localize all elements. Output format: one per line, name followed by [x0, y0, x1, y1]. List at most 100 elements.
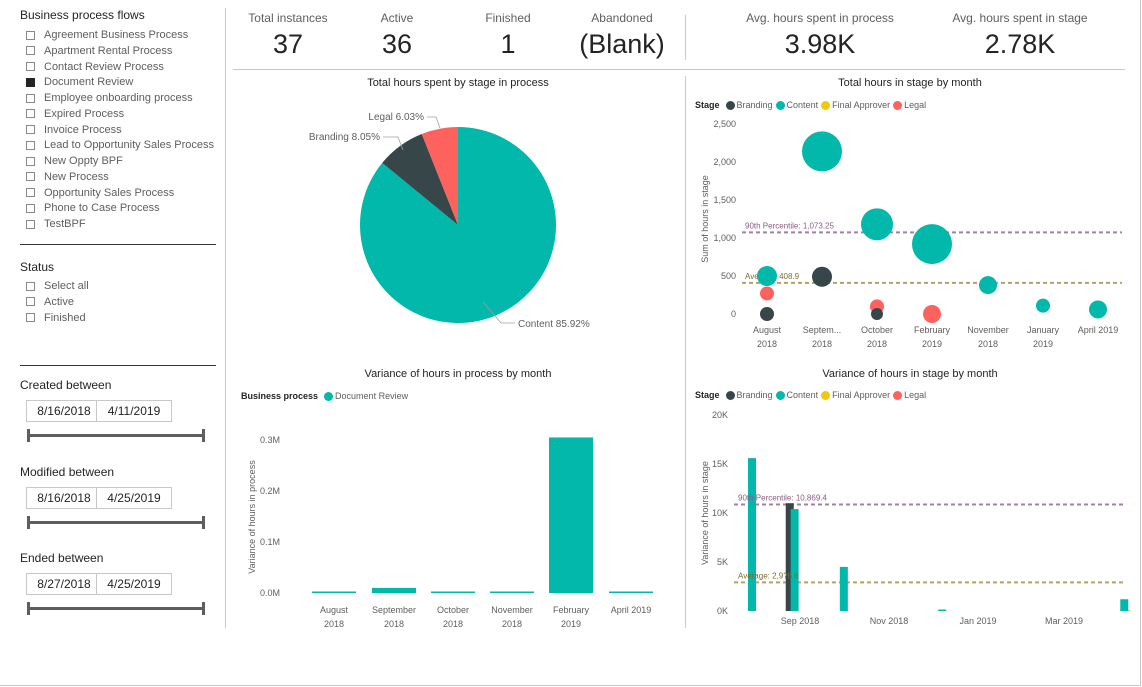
bpf-option[interactable]: Contact Review Process — [26, 59, 164, 75]
checkbox[interactable] — [26, 281, 35, 291]
created-start-date[interactable]: 8/16/2018 — [26, 400, 102, 422]
y-tick-label: 20K — [712, 410, 728, 420]
legend-legal[interactable]: Legal — [904, 390, 926, 400]
checkbox[interactable] — [26, 172, 35, 182]
created-range-start-handle[interactable] — [27, 429, 30, 442]
bpf-option[interactable]: New Oppty BPF — [26, 153, 123, 169]
checkbox[interactable] — [26, 93, 35, 103]
bpf-option-label: TestBPF — [44, 218, 86, 230]
bar-content[interactable] — [790, 509, 799, 611]
y-tick-label: 10K — [712, 508, 728, 518]
scatter-point-content[interactable] — [1036, 298, 1050, 313]
x-tick-label: November — [967, 325, 1009, 335]
bpf-option[interactable]: Invoice Process — [26, 122, 122, 138]
bpf-option[interactable]: Lead to Opportunity Sales Process — [26, 137, 214, 153]
ended-start-date[interactable]: 8/27/2018 — [26, 573, 102, 595]
legend-branding[interactable]: Branding — [737, 390, 773, 400]
modified-range-start-handle[interactable] — [27, 516, 30, 529]
scatter-point-branding[interactable] — [871, 308, 883, 320]
ended-range-end-handle[interactable] — [202, 602, 205, 615]
bpf-option[interactable]: Document Review — [26, 74, 133, 90]
modified-start-date[interactable]: 8/16/2018 — [26, 487, 102, 509]
kpi-total-instances-label: Total instances — [248, 11, 328, 25]
legend-legal[interactable]: Legal — [904, 100, 926, 110]
bar-document-review[interactable] — [372, 587, 416, 593]
bar-final-approver[interactable] — [1128, 610, 1130, 611]
x-tick-label: 2018 — [502, 619, 522, 629]
checkbox[interactable] — [26, 30, 35, 40]
scatter-chart[interactable]: 0 500 1,000 1,500 2,000 2,500 Sum of hours in … — [690, 113, 1130, 358]
checkbox[interactable] — [26, 46, 35, 56]
bar-document-review[interactable] — [609, 591, 653, 594]
bar-content[interactable] — [938, 609, 947, 611]
bpf-option[interactable]: Agreement Business Process — [26, 27, 188, 43]
status-option[interactable]: Finished — [26, 310, 86, 326]
bar-document-review[interactable] — [549, 437, 593, 593]
checkbox[interactable] — [26, 219, 35, 229]
x-tick-label: October — [437, 605, 469, 615]
scatter-point-branding[interactable] — [760, 307, 774, 321]
created-end-date[interactable]: 4/11/2019 — [96, 400, 172, 422]
legend-document-review[interactable]: Document Review — [335, 391, 408, 401]
checkbox[interactable] — [26, 188, 35, 197]
y-tick-label: 0.3M — [260, 435, 280, 445]
legend-content[interactable]: Content — [787, 100, 819, 110]
checkbox[interactable] — [26, 109, 35, 119]
checkbox[interactable] — [26, 313, 35, 322]
status-option[interactable]: Active — [26, 294, 74, 310]
scatter-point-content[interactable] — [757, 266, 777, 286]
bpf-option[interactable]: New Process — [26, 169, 109, 185]
modified-range-track[interactable] — [28, 521, 204, 524]
scatter-point-content[interactable] — [1089, 300, 1107, 319]
bpf-option-label: New Oppty BPF — [44, 155, 123, 167]
bpf-option[interactable]: Apartment Rental Process — [26, 43, 172, 59]
bpf-option[interactable]: TestBPF — [26, 216, 86, 232]
checkbox[interactable] — [26, 62, 35, 71]
checkbox-checked[interactable] — [26, 77, 35, 87]
pie-chart[interactable]: Content 85.92% Branding 8.05% Legal 6.03% — [233, 92, 683, 362]
created-range-end-handle[interactable] — [202, 429, 205, 442]
scatter-point-content[interactable] — [802, 131, 842, 172]
legend-branding[interactable]: Branding — [737, 100, 773, 110]
modified-end-date[interactable]: 4/25/2019 — [96, 487, 172, 509]
bar-content[interactable] — [748, 458, 756, 611]
ended-range-start-handle[interactable] — [27, 602, 30, 615]
ended-range-track[interactable] — [28, 607, 204, 610]
y-tick-label: 2,500 — [713, 119, 736, 129]
modified-range-end-handle[interactable] — [202, 516, 205, 529]
bpf-option[interactable]: Expired Process — [26, 106, 124, 122]
checkbox[interactable] — [26, 297, 35, 307]
bar-content[interactable] — [839, 566, 848, 611]
checkbox[interactable] — [26, 140, 35, 150]
bpf-option[interactable]: Opportunity Sales Process — [26, 185, 174, 201]
scatter-chart-title: Total hours in stage by month — [838, 77, 982, 89]
stagebar-chart[interactable]: 0K 5K 10K 15K 20K Variance of hours in stage 9… — [690, 405, 1130, 635]
scatter-point-legal[interactable] — [923, 305, 941, 323]
scatter-point-content[interactable] — [912, 224, 952, 265]
scatter-point-content[interactable] — [861, 208, 893, 241]
scatter-point-legal[interactable] — [760, 286, 774, 301]
created-range-track[interactable] — [28, 434, 204, 437]
kpi-abandoned-label: Abandoned — [591, 11, 653, 25]
checkbox[interactable] — [26, 203, 35, 213]
status-option-label: Active — [44, 295, 74, 308]
legend-final-approver[interactable]: Final Approver — [832, 100, 890, 110]
stagebar-chart-title: Variance of hours in stage by month — [822, 368, 998, 380]
ended-end-date[interactable]: 4/25/2019 — [96, 573, 172, 595]
checkbox[interactable] — [26, 156, 35, 166]
pie-label-legal: Legal 6.03% — [368, 112, 424, 123]
scatter-point-content[interactable] — [979, 276, 997, 295]
bar-document-review[interactable] — [490, 591, 534, 594]
bar-document-review[interactable] — [312, 591, 356, 594]
scatter-point-branding[interactable] — [812, 266, 832, 287]
bar-chart[interactable]: 0.0M 0.1M 0.2M 0.3M Variance of hours in pro… — [233, 405, 683, 635]
status-option[interactable]: Select all — [26, 278, 89, 294]
kpi-avg-process-label: Avg. hours spent in process — [746, 11, 894, 25]
bar-content[interactable] — [1120, 599, 1129, 611]
legend-final-approver[interactable]: Final Approver — [832, 390, 890, 400]
legend-content[interactable]: Content — [787, 390, 819, 400]
checkbox[interactable] — [26, 125, 35, 134]
bpf-option[interactable]: Phone to Case Process — [26, 200, 160, 216]
bar-document-review[interactable] — [431, 591, 475, 594]
bpf-option[interactable]: Employee onboarding process — [26, 90, 193, 106]
